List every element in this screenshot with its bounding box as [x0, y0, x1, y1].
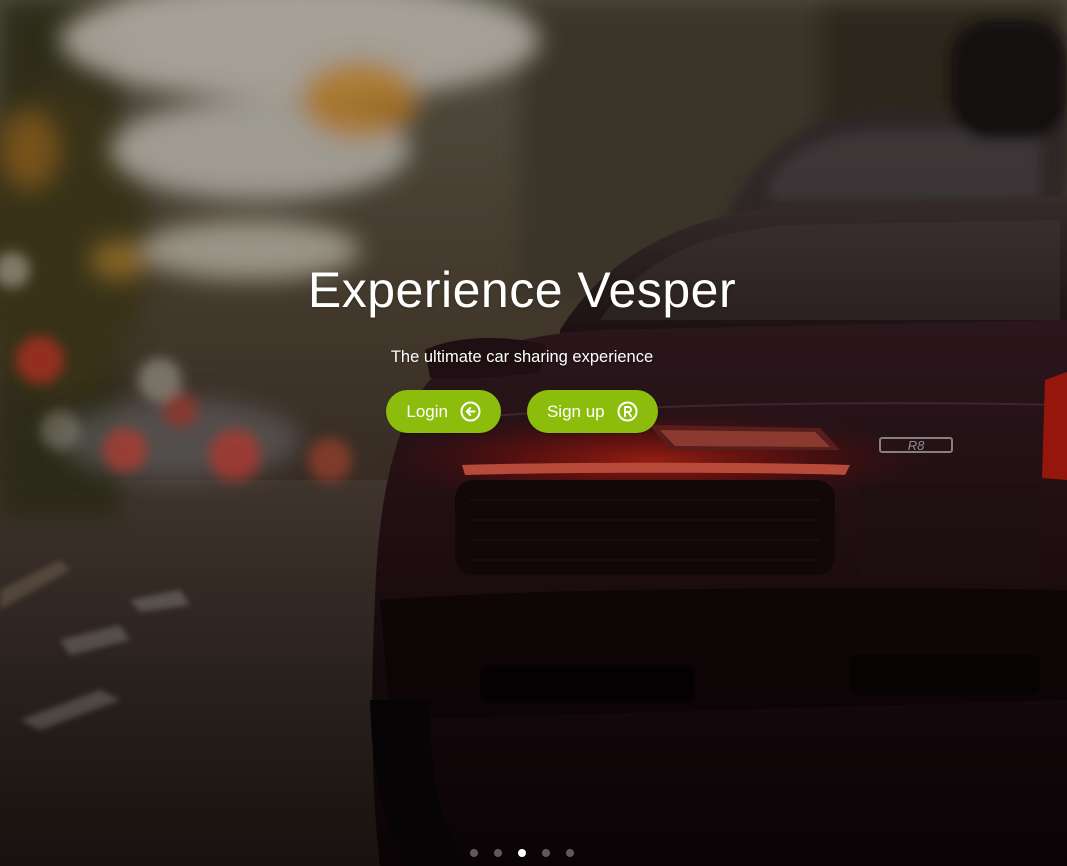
signup-button[interactable]: Sign up	[526, 390, 658, 433]
signup-button-label: Sign up	[546, 401, 605, 421]
carousel-dot[interactable]	[566, 849, 574, 857]
carousel-dot[interactable]	[470, 849, 478, 857]
hero-section: R8 Experience Vesper The ultimate car sh…	[0, 0, 1067, 866]
carousel-indicators	[0, 849, 1044, 857]
registered-circle-icon	[617, 401, 638, 422]
carousel-dot[interactable]	[542, 849, 550, 857]
arrow-left-circle-icon	[460, 401, 481, 422]
hero-subtitle: The ultimate car sharing experience	[390, 348, 654, 366]
login-button[interactable]: Login	[386, 390, 501, 433]
login-button-label: Login	[406, 401, 448, 421]
cta-buttons: Login Sign up	[0, 390, 1044, 433]
carousel-dot[interactable]	[494, 849, 502, 857]
hero-title: Experience Vesper	[307, 262, 737, 318]
hero-content: Experience Vesper The ultimate car shari…	[0, 258, 1044, 433]
dark-overlay	[0, 0, 1067, 866]
carousel-dot[interactable]	[518, 849, 526, 857]
